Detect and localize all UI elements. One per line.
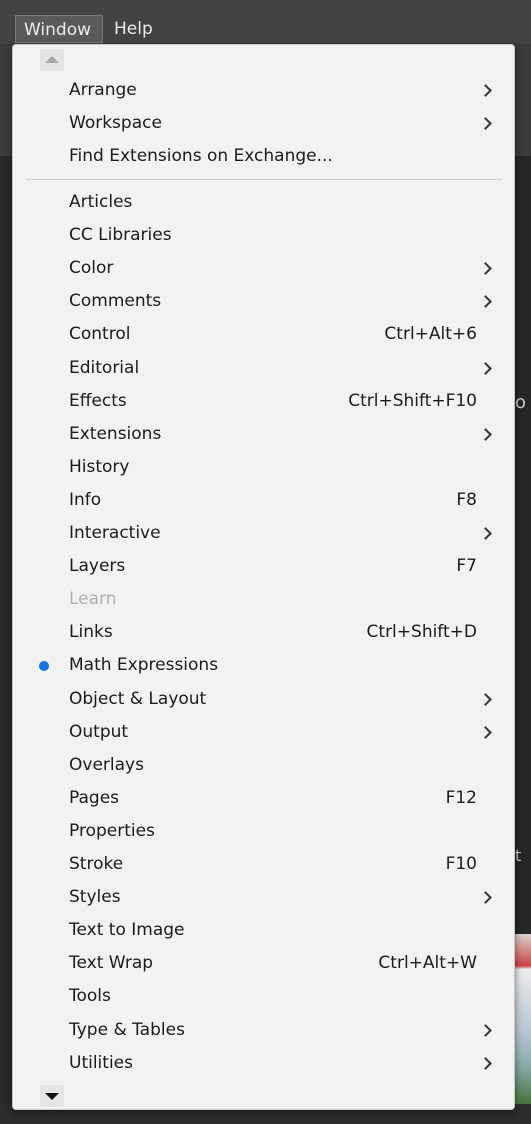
menu-item-label: Extensions: [69, 423, 162, 444]
chevron-right-icon: [479, 1023, 492, 1037]
menu-item-object-and-layout[interactable]: Object & Layout: [13, 683, 514, 716]
chevron-right-icon: [479, 361, 492, 375]
menu-item-type-and-tables[interactable]: Type & Tables: [13, 1014, 514, 1047]
menu-item-label: Interactive: [69, 523, 161, 543]
menu-item-styles[interactable]: Styles: [13, 881, 514, 914]
menu-item-editorial[interactable]: Editorial: [13, 352, 514, 385]
scroll-down-button[interactable]: [40, 1085, 64, 1107]
menu-item-label: Info: [69, 489, 102, 510]
menu-item-extensions[interactable]: Extensions: [13, 418, 514, 451]
menu-item-pages[interactable]: Pages F12: [13, 782, 514, 815]
menu-item-interactive[interactable]: Interactive: [13, 517, 514, 550]
menu-item-control[interactable]: Control Ctrl+Alt+6: [13, 318, 514, 351]
scroll-up-button[interactable]: [40, 49, 64, 71]
menu-item-label: Math Expressions: [69, 655, 219, 676]
menubar-window[interactable]: Window: [15, 15, 103, 43]
menu-item-math-expressions[interactable]: Math Expressions: [13, 649, 514, 682]
menu-item-shortcut: F7: [456, 556, 477, 577]
menu-item-effects[interactable]: Effects Ctrl+Shift+F10: [13, 385, 514, 418]
menu-item-label: Learn: [69, 589, 117, 610]
menu-separator: [26, 179, 502, 180]
menu-item-cc-libraries[interactable]: CC Libraries: [13, 219, 514, 252]
menu-item-label: Find Extensions on Exchange...: [69, 146, 333, 166]
menu-item-text-to-image[interactable]: Text to Image: [13, 914, 514, 947]
chevron-right-icon: [479, 1056, 492, 1070]
menu-item-arrange[interactable]: Arrange: [13, 74, 514, 107]
menu-item-workspace[interactable]: Workspace: [13, 107, 514, 140]
menu-item-label: Text Wrap: [69, 953, 154, 974]
menu-item-comments[interactable]: Comments: [13, 285, 514, 318]
menu-item-label: Effects: [69, 390, 127, 411]
menubar-help[interactable]: Help: [106, 15, 166, 43]
menu-item-label: Stroke: [69, 854, 124, 874]
menu-item-label: Object & Layout: [69, 688, 207, 709]
menu-item-stroke[interactable]: Stroke F10: [13, 848, 514, 881]
menu-item-shortcut: F12: [445, 787, 477, 808]
menu-item-label: Articles: [69, 192, 133, 212]
menu-item-shortcut: Ctrl+Alt+W: [378, 953, 477, 974]
chevron-right-icon: [479, 84, 492, 97]
background-thumbnail: [515, 934, 531, 1110]
background-edge-text: t: [515, 846, 522, 865]
menu-item-learn: Learn: [13, 583, 514, 616]
menu-item-label: Type & Tables: [69, 1019, 185, 1040]
menu-item-shortcut: Ctrl+Shift+D: [366, 622, 477, 643]
menu-item-links[interactable]: Links Ctrl+Shift+D: [13, 616, 514, 649]
menu-item-history[interactable]: History: [13, 451, 514, 484]
menu-item-label: Pages: [69, 787, 120, 808]
menu-bar: Window Help: [0, 0, 531, 44]
menu-item-label: Links: [69, 622, 113, 643]
window-menu-dropdown: Arrange Workspace Find Extensions on Excha…: [12, 44, 515, 1110]
menu-item-articles[interactable]: Articles: [13, 186, 514, 219]
chevron-right-icon: [479, 891, 492, 904]
menu-item-output[interactable]: Output: [13, 716, 514, 749]
menu-item-label: Styles: [69, 887, 121, 908]
chevron-right-icon: [479, 117, 492, 130]
chevron-right-icon: [479, 692, 492, 706]
menu-item-label: Arrange: [69, 80, 137, 100]
menu-item-label: Control: [69, 324, 131, 345]
menu-item-properties[interactable]: Properties: [13, 815, 514, 848]
menu-item-shortcut: Ctrl+Alt+6: [384, 324, 477, 345]
menu-item-label: Editorial: [69, 357, 140, 378]
menu-item-utilities[interactable]: Utilities: [13, 1047, 514, 1080]
background-edge-text: o: [515, 392, 527, 413]
menu-item-label: Text to Image: [69, 920, 185, 941]
menu-item-label: Output: [69, 721, 129, 742]
menu-item-layers[interactable]: Layers F7: [13, 550, 514, 583]
menu-item-info[interactable]: Info F8: [13, 484, 514, 517]
menu-item-label: Workspace: [69, 113, 162, 133]
menu-item-color[interactable]: Color: [13, 252, 514, 285]
menu-item-shortcut: Ctrl+Shift+F10: [348, 390, 477, 411]
menu-item-find-extensions-on-exchange[interactable]: Find Extensions on Exchange...: [13, 140, 514, 173]
menu-item-overlays[interactable]: Overlays: [13, 749, 514, 782]
menu-item-shortcut: F10: [445, 854, 477, 874]
menu-item-label: Properties: [69, 820, 155, 841]
menu-item-label: Comments: [69, 291, 162, 312]
menu-item-label: Tools: [69, 986, 111, 1007]
menu-item-tools[interactable]: Tools: [13, 980, 514, 1013]
dot-icon: [39, 661, 49, 672]
menu-item-text-wrap[interactable]: Text Wrap Ctrl+Alt+W: [13, 947, 514, 980]
chevron-right-icon: [479, 527, 492, 540]
arrow-down-icon: [45, 1093, 59, 1100]
menu-item-shortcut: F8: [456, 489, 477, 510]
menu-item-label: Overlays: [69, 754, 144, 775]
chevron-right-icon: [479, 262, 492, 276]
menu-item-label: Layers: [69, 556, 126, 577]
chevron-right-icon: [479, 295, 492, 309]
menu-item-label: History: [69, 456, 130, 477]
chevron-right-icon: [479, 725, 492, 739]
menu-item-label: Utilities: [69, 1052, 133, 1073]
menu-item-label: CC Libraries: [69, 225, 172, 246]
menu-item-label: Color: [69, 258, 114, 279]
chevron-right-icon: [479, 427, 492, 441]
arrow-up-icon: [45, 56, 59, 63]
